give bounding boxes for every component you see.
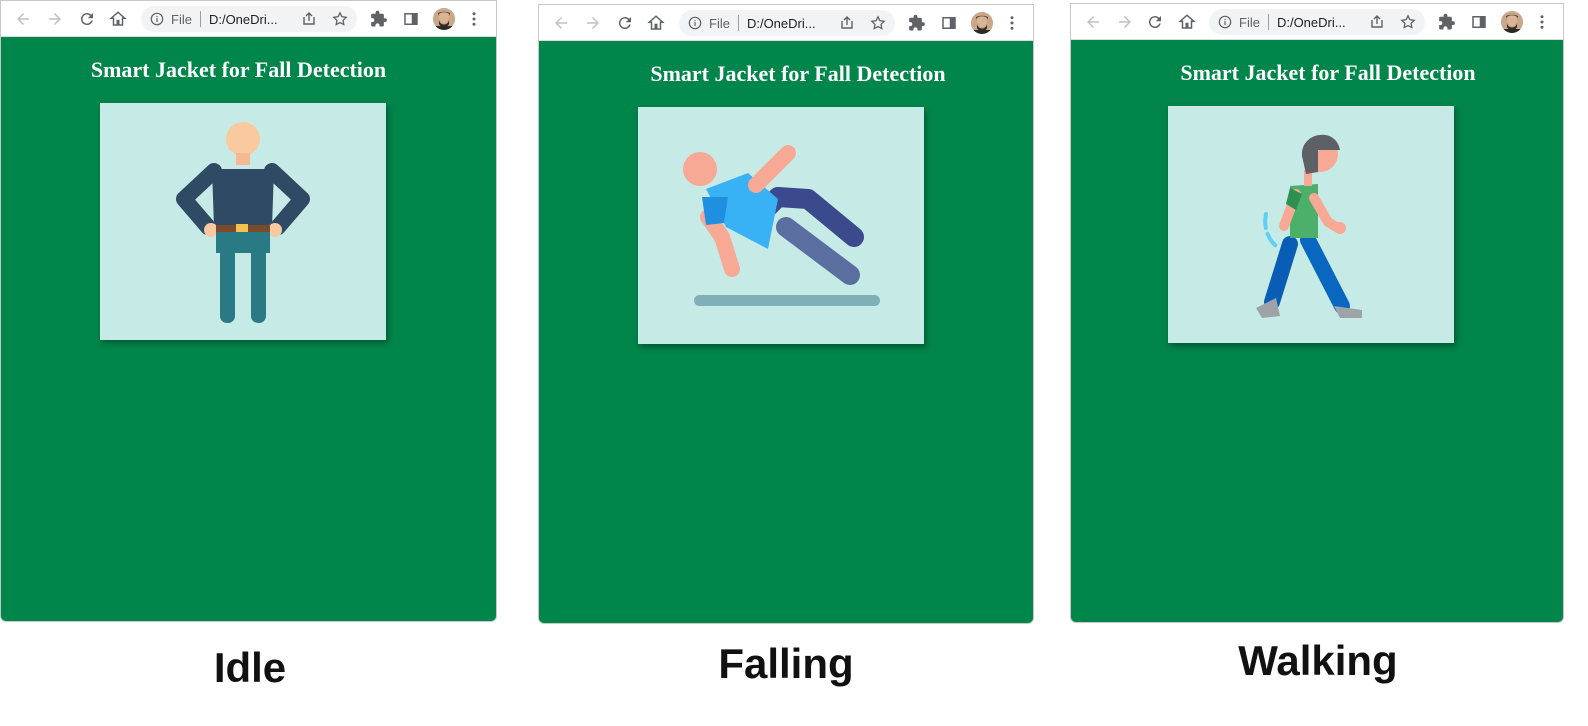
browser-toolbar: File D:/OneDri...: [539, 5, 1033, 41]
caption-falling: Falling: [718, 640, 854, 687]
person-falling-icon: [683, 145, 880, 306]
star-icon[interactable]: [327, 6, 353, 32]
divider: [199, 11, 201, 27]
share-icon[interactable]: [834, 10, 860, 36]
divider: [1267, 14, 1269, 30]
page-title: Smart Jacket for Fall Detection: [1180, 60, 1476, 85]
reload-icon[interactable]: [75, 7, 99, 31]
profile-avatar[interactable]: [433, 8, 455, 30]
falling-illustration: [638, 107, 924, 344]
url-text: D:/OneDri...: [1276, 14, 1346, 30]
profile-avatar[interactable]: [971, 12, 993, 34]
home-icon[interactable]: [106, 7, 130, 31]
caption-walking: Walking: [1238, 637, 1398, 684]
info-icon[interactable]: [1217, 14, 1233, 30]
star-icon[interactable]: [1395, 9, 1421, 35]
back-icon[interactable]: [1081, 10, 1105, 34]
person-standing-icon: [176, 122, 310, 323]
browser-window: File D:/OneDri... Smart Jacket for Fall …: [538, 4, 1034, 624]
profile-avatar[interactable]: [1501, 11, 1523, 33]
menu-icon[interactable]: [1530, 10, 1554, 34]
extensions-icon[interactable]: [905, 11, 929, 35]
extensions-icon[interactable]: [367, 7, 391, 31]
address-bar[interactable]: File D:/OneDri...: [679, 10, 895, 36]
walking-illustration: [1168, 106, 1454, 343]
side-panel-icon[interactable]: [937, 11, 961, 35]
url-text: D:/OneDri...: [746, 15, 816, 31]
person-walking-icon: [1256, 134, 1362, 318]
side-panel-icon[interactable]: [399, 7, 423, 31]
forward-icon[interactable]: [43, 7, 67, 31]
panel-idle: File D:/OneDri... Smart Jacket for Fall …: [0, 0, 497, 691]
side-panel-icon[interactable]: [1467, 10, 1491, 34]
info-icon[interactable]: [149, 11, 165, 27]
back-icon[interactable]: [549, 11, 573, 35]
extensions-icon[interactable]: [1435, 10, 1459, 34]
url-scheme: File: [709, 15, 730, 31]
page-title: Smart Jacket for Fall Detection: [650, 61, 946, 86]
caption-idle: Idle: [213, 644, 287, 691]
url-text: D:/OneDri...: [208, 11, 278, 27]
address-bar[interactable]: File D:/OneDri...: [1209, 9, 1425, 35]
browser-toolbar: File D:/OneDri...: [1, 1, 496, 37]
divider: [737, 15, 739, 31]
info-icon[interactable]: [687, 15, 703, 31]
menu-icon[interactable]: [1000, 11, 1024, 35]
share-icon[interactable]: [1364, 9, 1390, 35]
browser-window: File D:/OneDri... Smart Jacket for Fall …: [0, 0, 497, 622]
url-scheme: File: [1239, 14, 1260, 30]
url-scheme: File: [171, 11, 192, 27]
share-icon[interactable]: [296, 6, 322, 32]
browser-toolbar: File D:/OneDri...: [1071, 4, 1563, 40]
page-title: Smart Jacket for Fall Detection: [90, 57, 387, 82]
star-icon[interactable]: [865, 10, 891, 36]
idle-illustration: [100, 103, 386, 340]
browser-window: File D:/OneDri... Smart Jacket for Fall …: [1070, 3, 1564, 623]
reload-icon[interactable]: [1143, 10, 1167, 34]
panel-walking: File D:/OneDri... Smart Jacket for Fall …: [1070, 3, 1564, 684]
back-icon[interactable]: [11, 7, 35, 31]
home-icon[interactable]: [1175, 10, 1199, 34]
menu-icon[interactable]: [462, 7, 486, 31]
home-icon[interactable]: [644, 11, 668, 35]
forward-icon[interactable]: [1113, 10, 1137, 34]
panel-falling: File D:/OneDri... Smart Jacket for Fall …: [538, 4, 1034, 687]
address-bar[interactable]: File D:/OneDri...: [141, 6, 357, 32]
reload-icon[interactable]: [613, 11, 637, 35]
forward-icon[interactable]: [581, 11, 605, 35]
